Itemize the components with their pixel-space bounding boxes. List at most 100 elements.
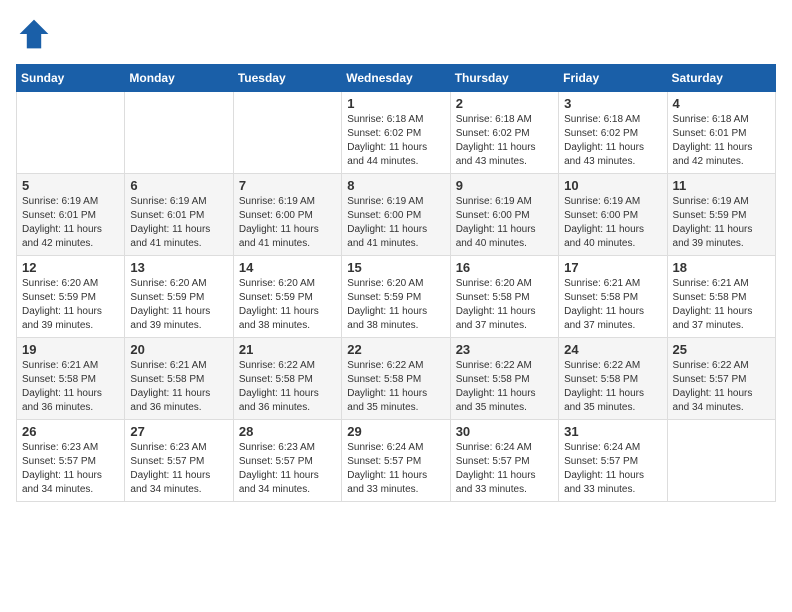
day-info: Sunrise: 6:18 AM Sunset: 6:02 PM Dayligh… [564, 113, 661, 169]
day-info: Sunrise: 6:18 AM Sunset: 6:02 PM Dayligh… [456, 113, 553, 169]
day-info: Sunrise: 6:20 AM Sunset: 5:59 PM Dayligh… [130, 277, 227, 333]
day-info: Sunrise: 6:21 AM Sunset: 5:58 PM Dayligh… [130, 359, 227, 415]
day-number: 25 [673, 342, 770, 357]
calendar-cell: 26 Sunrise: 6:23 AM Sunset: 5:57 PM Dayli… [17, 420, 125, 502]
calendar-header-row: SundayMondayTuesdayWednesdayThursdayFrid… [17, 65, 776, 92]
day-number: 8 [347, 178, 444, 193]
day-number: 1 [347, 96, 444, 111]
calendar-table: SundayMondayTuesdayWednesdayThursdayFrid… [16, 64, 776, 502]
calendar-cell: 25 Sunrise: 6:22 AM Sunset: 5:57 PM Dayli… [667, 338, 775, 420]
day-info: Sunrise: 6:19 AM Sunset: 6:00 PM Dayligh… [239, 195, 336, 251]
calendar-cell: 12 Sunrise: 6:20 AM Sunset: 5:59 PM Dayli… [17, 256, 125, 338]
day-info: Sunrise: 6:20 AM Sunset: 5:58 PM Dayligh… [456, 277, 553, 333]
day-number: 14 [239, 260, 336, 275]
calendar-week-2: 5 Sunrise: 6:19 AM Sunset: 6:01 PM Daylig… [17, 174, 776, 256]
calendar-cell: 11 Sunrise: 6:19 AM Sunset: 5:59 PM Dayli… [667, 174, 775, 256]
logo [16, 16, 56, 52]
weekday-header-tuesday: Tuesday [233, 65, 341, 92]
calendar-cell: 28Sunrise: 6:23 AM Sunset: 5:57 PM Dayli… [233, 420, 341, 502]
day-number: 6 [130, 178, 227, 193]
calendar-week-4: 19 Sunrise: 6:21 AM Sunset: 5:58 PM Dayli… [17, 338, 776, 420]
day-number: 19 [22, 342, 119, 357]
calendar-cell: 24 Sunrise: 6:22 AM Sunset: 5:58 PM Dayli… [559, 338, 667, 420]
day-info: Sunrise: 6:20 AM Sunset: 5:59 PM Dayligh… [239, 277, 336, 333]
day-number: 4 [673, 96, 770, 111]
page-header [16, 16, 776, 52]
calendar-week-5: 26 Sunrise: 6:23 AM Sunset: 5:57 PM Dayli… [17, 420, 776, 502]
day-info: Sunrise: 6:19 AM Sunset: 5:59 PM Dayligh… [673, 195, 770, 251]
calendar-cell: 20 Sunrise: 6:21 AM Sunset: 5:58 PM Dayli… [125, 338, 233, 420]
day-number: 18 [673, 260, 770, 275]
calendar-cell: 2 Sunrise: 6:18 AM Sunset: 6:02 PM Daylig… [450, 92, 558, 174]
day-info: Sunrise: 6:23 AM Sunset: 5:57 PM Dayligh… [22, 441, 119, 497]
weekday-header-thursday: Thursday [450, 65, 558, 92]
calendar-cell: 13 Sunrise: 6:20 AM Sunset: 5:59 PM Dayli… [125, 256, 233, 338]
day-number: 13 [130, 260, 227, 275]
day-info: Sunrise: 6:24 AM Sunset: 5:57 PM Dayligh… [456, 441, 553, 497]
day-info: Sunrise: 6:18 AM Sunset: 6:02 PM Dayligh… [347, 113, 444, 169]
day-info: Sunrise: 6:18 AM Sunset: 6:01 PM Dayligh… [673, 113, 770, 169]
day-info: Sunrise: 6:23 AM Sunset: 5:57 PM Dayligh… [130, 441, 227, 497]
calendar-cell: 16 Sunrise: 6:20 AM Sunset: 5:58 PM Dayli… [450, 256, 558, 338]
day-number: 29 [347, 424, 444, 439]
day-info: Sunrise: 6:24 AM Sunset: 5:57 PM Dayligh… [564, 441, 661, 497]
day-number: 22 [347, 342, 444, 357]
calendar-cell: 9 Sunrise: 6:19 AM Sunset: 6:00 PM Daylig… [450, 174, 558, 256]
calendar-week-3: 12 Sunrise: 6:20 AM Sunset: 5:59 PM Dayli… [17, 256, 776, 338]
day-number: 7 [239, 178, 336, 193]
calendar-cell: 5 Sunrise: 6:19 AM Sunset: 6:01 PM Daylig… [17, 174, 125, 256]
day-number: 20 [130, 342, 227, 357]
day-number: 23 [456, 342, 553, 357]
day-info: Sunrise: 6:24 AM Sunset: 5:57 PM Dayligh… [347, 441, 444, 497]
day-number: 3 [564, 96, 661, 111]
day-number: 11 [673, 178, 770, 193]
calendar-cell [667, 420, 775, 502]
day-info: Sunrise: 6:21 AM Sunset: 5:58 PM Dayligh… [673, 277, 770, 333]
day-info: Sunrise: 6:22 AM Sunset: 5:57 PM Dayligh… [673, 359, 770, 415]
calendar-cell: 3 Sunrise: 6:18 AM Sunset: 6:02 PM Daylig… [559, 92, 667, 174]
day-number: 26 [22, 424, 119, 439]
day-number: 28 [239, 424, 336, 439]
calendar-cell: 18 Sunrise: 6:21 AM Sunset: 5:58 PM Dayli… [667, 256, 775, 338]
calendar-cell: 29 Sunrise: 6:24 AM Sunset: 5:57 PM Dayli… [342, 420, 450, 502]
day-number: 5 [22, 178, 119, 193]
calendar-cell: 27 Sunrise: 6:23 AM Sunset: 5:57 PM Dayli… [125, 420, 233, 502]
day-number: 16 [456, 260, 553, 275]
calendar-cell: 1 Sunrise: 6:18 AM Sunset: 6:02 PM Daylig… [342, 92, 450, 174]
day-info: Sunrise: 6:22 AM Sunset: 5:58 PM Dayligh… [239, 359, 336, 415]
calendar-cell: 4 Sunrise: 6:18 AM Sunset: 6:01 PM Daylig… [667, 92, 775, 174]
weekday-header-friday: Friday [559, 65, 667, 92]
day-number: 27 [130, 424, 227, 439]
calendar-cell: 23 Sunrise: 6:22 AM Sunset: 5:58 PM Dayli… [450, 338, 558, 420]
day-number: 31 [564, 424, 661, 439]
logo-icon [16, 16, 52, 52]
day-info: Sunrise: 6:19 AM Sunset: 6:01 PM Dayligh… [22, 195, 119, 251]
calendar-cell [17, 92, 125, 174]
day-number: 12 [22, 260, 119, 275]
day-info: Sunrise: 6:21 AM Sunset: 5:58 PM Dayligh… [564, 277, 661, 333]
calendar-cell: 14 Sunrise: 6:20 AM Sunset: 5:59 PM Dayli… [233, 256, 341, 338]
calendar-cell [233, 92, 341, 174]
day-number: 9 [456, 178, 553, 193]
day-number: 10 [564, 178, 661, 193]
weekday-header-saturday: Saturday [667, 65, 775, 92]
day-number: 24 [564, 342, 661, 357]
calendar-cell: 22 Sunrise: 6:22 AM Sunset: 5:58 PM Dayli… [342, 338, 450, 420]
calendar-week-1: 1 Sunrise: 6:18 AM Sunset: 6:02 PM Daylig… [17, 92, 776, 174]
calendar-cell: 31 Sunrise: 6:24 AM Sunset: 5:57 PM Dayli… [559, 420, 667, 502]
weekday-header-wednesday: Wednesday [342, 65, 450, 92]
day-info: Sunrise: 6:19 AM Sunset: 6:00 PM Dayligh… [564, 195, 661, 251]
day-info: Sunrise: 6:22 AM Sunset: 5:58 PM Dayligh… [456, 359, 553, 415]
day-info: Sunrise: 6:19 AM Sunset: 6:00 PM Dayligh… [456, 195, 553, 251]
calendar-cell: 21 Sunrise: 6:22 AM Sunset: 5:58 PM Dayli… [233, 338, 341, 420]
day-info: Sunrise: 6:21 AM Sunset: 5:58 PM Dayligh… [22, 359, 119, 415]
weekday-header-monday: Monday [125, 65, 233, 92]
day-number: 2 [456, 96, 553, 111]
calendar-cell [125, 92, 233, 174]
day-info: Sunrise: 6:22 AM Sunset: 5:58 PM Dayligh… [347, 359, 444, 415]
day-number: 21 [239, 342, 336, 357]
calendar-cell: 7 Sunrise: 6:19 AM Sunset: 6:00 PM Daylig… [233, 174, 341, 256]
calendar-cell: 8Sunrise: 6:19 AM Sunset: 6:00 PM Daylig… [342, 174, 450, 256]
day-info: Sunrise: 6:22 AM Sunset: 5:58 PM Dayligh… [564, 359, 661, 415]
day-info: Sunrise: 6:20 AM Sunset: 5:59 PM Dayligh… [22, 277, 119, 333]
